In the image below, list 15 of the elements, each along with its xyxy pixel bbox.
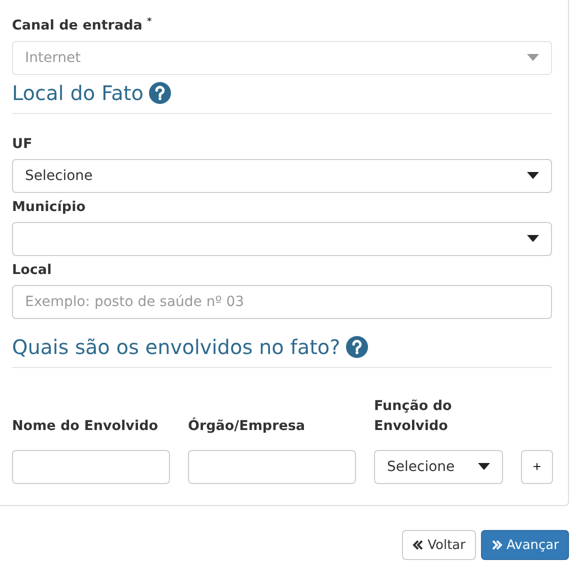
back-button[interactable]: Voltar: [402, 530, 476, 560]
add-button[interactable]: +: [521, 450, 553, 484]
column-header: Nome do Envolvido: [12, 416, 160, 436]
next-button[interactable]: Avançar: [480, 530, 569, 560]
field-label: Canal de entrada $^{*}$: [12, 16, 152, 36]
field-label: Município: [12, 198, 86, 216]
select-field[interactable]: Selecione: [12, 158, 552, 192]
column-header: Função do Envolvido: [374, 396, 453, 436]
column-header: Órgão/Empresa: [188, 416, 306, 436]
select-field[interactable]: Selecione: [374, 450, 503, 484]
field-label: UF: [12, 134, 32, 154]
input-field[interactable]: Exemplo: posto de saúde nº 03: [12, 284, 552, 318]
section-title: Quais são os envolvidos no fato?: [12, 334, 340, 358]
section-title: Local do Fato: [12, 80, 144, 104]
field-label: Local: [12, 260, 52, 280]
